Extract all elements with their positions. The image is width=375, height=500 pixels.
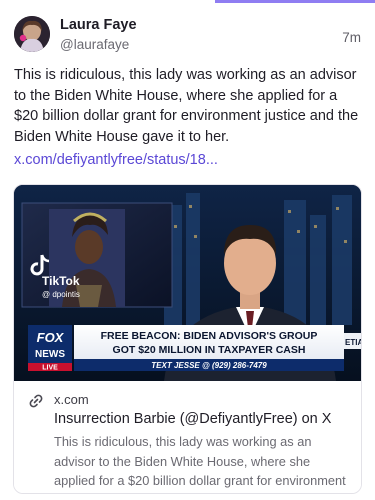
ticker-text: TEXT JESSE @ (929) 286-7479 (151, 361, 267, 370)
avatar[interactable] (14, 16, 50, 52)
tiktok-watermark-brand: TikTok (42, 274, 80, 288)
banner-headline-line1: FREE BEACON: BIDEN ADVISOR'S GROUP (101, 330, 318, 342)
fox-logo-top: FOX (37, 330, 65, 345)
banner-side-text: ETIA (345, 338, 361, 347)
card-description: This is ridiculous, this lady was workin… (54, 434, 346, 493)
post-header: Laura Faye @laurafaye 7m (14, 14, 361, 58)
fox-news-logo-icon: FOX NEWS LIVE (28, 325, 72, 372)
fox-logo-live: LIVE (42, 365, 58, 372)
card-title[interactable]: Insurrection Barbie (@DefiyantlyFree) on… (54, 411, 331, 427)
card-info[interactable]: x.com Insurrection Barbie (@DefiyantlyFr… (14, 381, 361, 493)
post-text: This is ridiculous, this lady was workin… (14, 67, 359, 145)
link-chain-icon (29, 394, 43, 408)
author-name[interactable]: Laura Faye (60, 17, 137, 33)
banner-headline-line2: GOT $20 MILLION IN TAXPAYER CASH (113, 344, 306, 356)
top-accent-bar (215, 0, 375, 3)
post-link[interactable]: x.com/defiyantlyfree/status/18... (14, 152, 218, 168)
link-preview-card[interactable]: TikTok @ dpointis FREE BEACON: BIDEN ADV… (13, 184, 362, 494)
card-video-thumbnail[interactable]: TikTok @ dpointis FREE BEACON: BIDEN ADV… (14, 185, 361, 381)
post-timestamp[interactable]: 7m (342, 30, 361, 45)
author-handle[interactable]: @laurafaye (60, 37, 129, 52)
fox-logo-bottom: NEWS (35, 349, 65, 360)
tiktok-watermark-handle: @ dpointis (42, 290, 80, 299)
card-domain: x.com (54, 392, 89, 407)
